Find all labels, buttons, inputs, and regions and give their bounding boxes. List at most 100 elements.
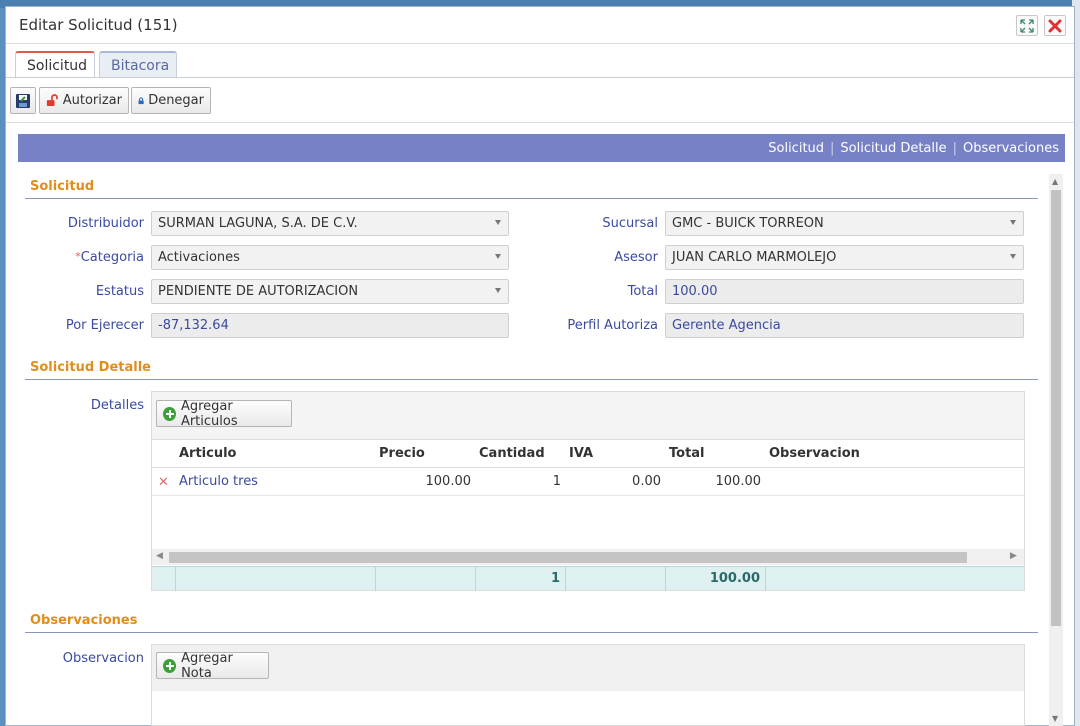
nav-link-detalle[interactable]: Solicitud Detalle — [840, 141, 946, 156]
categoria-label: *Categoria — [24, 250, 144, 265]
footer-cell — [376, 567, 476, 591]
scroll-right-icon[interactable]: ▶ — [1010, 551, 1017, 561]
chevron-down-icon — [495, 220, 501, 225]
perfil-autoriza-field: Gerente Agencia — [665, 313, 1024, 338]
perfil-autoriza-value: Gerente Agencia — [672, 318, 781, 333]
section-title-detalle: Solicitud Detalle — [30, 360, 151, 375]
scrollbar-thumb[interactable] — [1051, 190, 1061, 626]
detalles-label: Detalles — [90, 398, 144, 413]
add-articulos-label: Agregar Articulos — [180, 398, 238, 429]
footer-cell — [566, 567, 666, 591]
cell-cantidad: 1 — [552, 474, 561, 489]
asesor-select[interactable]: JUAN CARLO MARMOLEJO — [665, 245, 1024, 270]
column-header-total[interactable]: Total — [669, 446, 705, 461]
observaciones-toolbar: Agregar Nota — [152, 645, 1024, 691]
add-nota-label: Agregar Nota — [181, 650, 233, 681]
form-content: Solicitud | Solicitud Detalle | Observac… — [18, 134, 1065, 726]
grid-footer: 1 100.00 — [152, 566, 1024, 591]
vertical-scrollbar[interactable]: ▲ ▼ — [1049, 174, 1063, 726]
footer-cantidad: 1 — [550, 571, 560, 586]
nav-link-observaciones[interactable]: Observaciones — [963, 141, 1059, 156]
add-nota-button[interactable]: Agregar Nota — [156, 650, 269, 681]
categoria-label-text: Categoria — [80, 250, 144, 265]
grid-toolbar: Agregar Articulos — [152, 392, 1024, 440]
por-ejercer-field: -87,132.64 — [151, 313, 509, 338]
cell-iva: 0.00 — [632, 474, 661, 489]
scrollbar-thumb[interactable] — [169, 552, 967, 563]
maximize-button[interactable] — [1016, 15, 1038, 36]
chevron-down-icon — [495, 254, 501, 259]
footer-total: 100.00 — [709, 571, 760, 586]
estatus-label: Estatus — [95, 284, 144, 299]
sucursal-label: Sucursal — [602, 216, 658, 231]
sucursal-select[interactable]: GMC - BUICK TORREON — [665, 211, 1024, 236]
observacion-label: Observacion — [62, 651, 144, 666]
section-title-solicitud: Solicitud — [30, 179, 95, 194]
title-bar: Editar Solicitud (151) — [6, 7, 1074, 44]
nav-separator: | — [952, 140, 958, 156]
total-label: Total — [627, 284, 658, 299]
cell-articulo[interactable]: Articulo tres — [179, 474, 258, 489]
table-row: ✕ Articulo tres 100.00 1 0.00 100.00 — [152, 468, 1024, 496]
chevron-down-icon — [1010, 254, 1016, 259]
tab-bitacora[interactable]: Bitacora — [99, 51, 177, 78]
grid-header: Articulo Precio Cantidad IVA Total Obser… — [152, 440, 1024, 468]
window-title: Editar Solicitud (151) — [19, 16, 178, 34]
lock-icon — [138, 96, 144, 104]
estatus-value: PENDIENTE DE AUTORIZACION — [158, 284, 359, 299]
column-header-articulo[interactable]: Articulo — [179, 446, 237, 461]
column-header-precio[interactable]: Precio — [379, 446, 425, 461]
delete-icon[interactable]: ✕ — [158, 475, 169, 490]
add-icon — [163, 406, 176, 421]
cell-precio: 100.00 — [425, 474, 472, 489]
asesor-value: JUAN CARLO MARMOLEJO — [672, 250, 837, 265]
estatus-select[interactable]: PENDIENTE DE AUTORIZACION — [151, 279, 509, 304]
total-field: 100.00 — [665, 279, 1024, 304]
column-header-observacion[interactable]: Observacion — [769, 446, 860, 461]
detalle-grid: Agregar Articulos Articulo Precio Cantid… — [151, 391, 1025, 591]
por-ejercer-label: Por Ejerecer — [65, 318, 144, 333]
categoria-select[interactable]: Activaciones — [151, 245, 509, 270]
deny-button[interactable]: Denegar — [131, 87, 211, 114]
distribuidor-label: Distribuidor — [67, 216, 144, 231]
toolbar-divider — [6, 122, 1074, 123]
por-ejercer-value: -87,132.64 — [158, 318, 229, 333]
dialog-window: Editar Solicitud (151) Solicitud Bitacor… — [5, 6, 1075, 726]
authorize-label: Autorizar — [62, 93, 122, 108]
add-articulos-button[interactable]: Agregar Articulos — [156, 398, 292, 429]
deny-label: Denegar — [148, 93, 204, 108]
categoria-value: Activaciones — [158, 250, 240, 265]
column-header-iva[interactable]: IVA — [569, 446, 593, 461]
chevron-down-icon — [1010, 220, 1016, 225]
observaciones-grid: Agregar Nota — [151, 644, 1025, 726]
scroll-up-icon[interactable]: ▲ — [1052, 177, 1058, 186]
sucursal-value: GMC - BUICK TORREON — [672, 216, 824, 231]
section-divider — [25, 632, 1038, 633]
footer-cell — [176, 567, 376, 591]
distribuidor-value: SURMAN LAGUNA, S.A. DE C.V. — [158, 216, 358, 231]
horizontal-scrollbar[interactable]: ◀ ▶ — [152, 549, 1024, 565]
close-button[interactable] — [1044, 15, 1066, 36]
nav-separator: | — [830, 140, 835, 156]
add-icon — [163, 658, 177, 673]
perfil-autoriza-label: Perfil Autoriza — [567, 318, 658, 333]
cell-total: 100.00 — [715, 474, 762, 489]
section-divider — [25, 198, 1038, 199]
column-header-cantidad[interactable]: Cantidad — [479, 446, 545, 461]
distribuidor-select[interactable]: SURMAN LAGUNA, S.A. DE C.V. — [151, 211, 509, 236]
scroll-left-icon[interactable]: ◀ — [156, 551, 163, 561]
chevron-down-icon — [495, 288, 501, 293]
save-icon — [16, 93, 30, 108]
save-button[interactable] — [10, 87, 36, 114]
maximize-icon — [1020, 18, 1034, 33]
total-value: 100.00 — [672, 284, 718, 299]
authorize-button[interactable]: Autorizar — [39, 87, 129, 114]
footer-cell — [152, 567, 176, 591]
section-title-observaciones: Observaciones — [30, 613, 138, 628]
scroll-down-icon[interactable]: ▼ — [1052, 714, 1058, 723]
tab-solicitud[interactable]: Solicitud — [15, 51, 95, 78]
close-icon — [1048, 19, 1062, 32]
section-divider — [25, 379, 1038, 380]
nav-link-solicitud[interactable]: Solicitud — [768, 141, 824, 156]
section-navbar: Solicitud | Solicitud Detalle | Observac… — [18, 134, 1065, 162]
